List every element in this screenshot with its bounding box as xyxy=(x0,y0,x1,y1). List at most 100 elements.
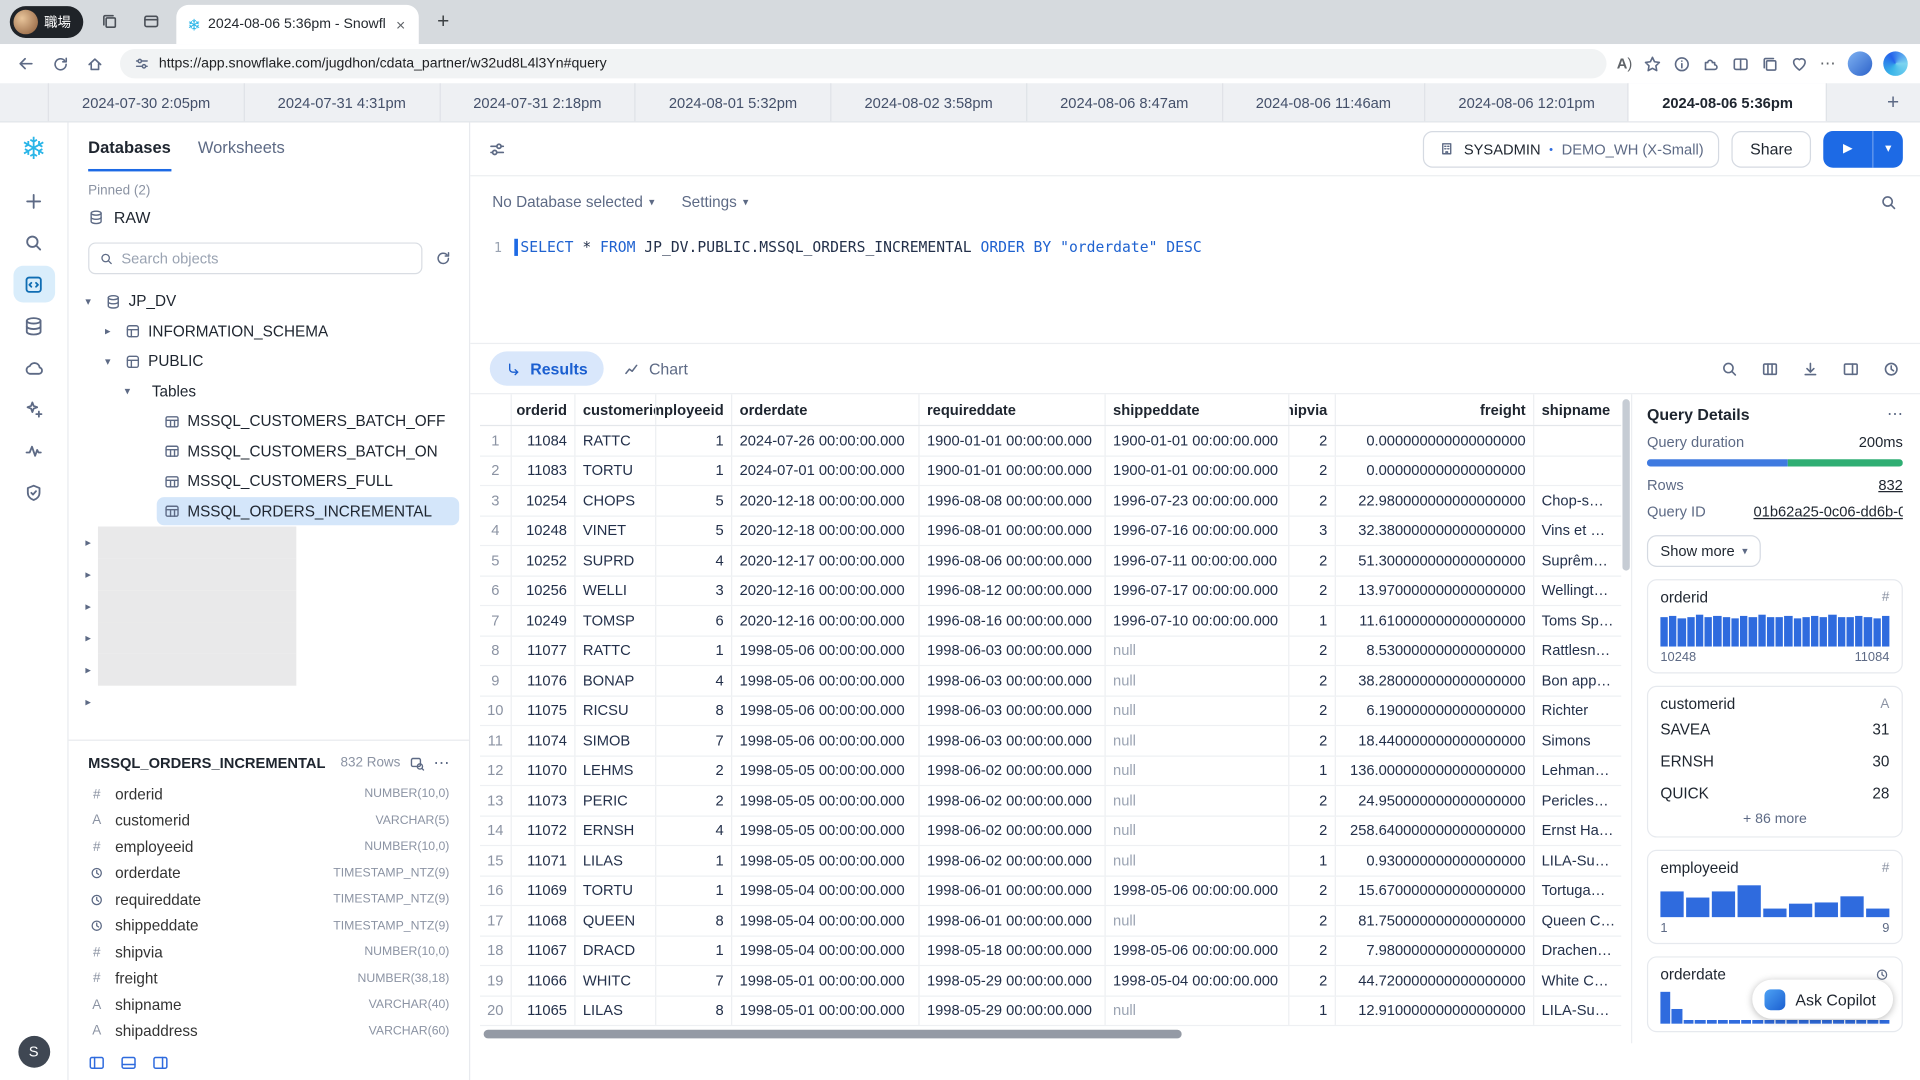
tree-row[interactable]: MSSQL_CUSTOMERS_FULL xyxy=(78,467,459,497)
rows-value[interactable]: 832 xyxy=(1878,476,1903,493)
cell[interactable]: 11.610000000000000000 xyxy=(1336,606,1534,635)
cell[interactable]: 10248 xyxy=(512,516,576,545)
worksheet-tab[interactable]: 2024-07-31 4:31pm xyxy=(245,83,441,121)
new-tab-button[interactable]: + xyxy=(429,10,458,34)
column-header-freight[interactable]: freight xyxy=(1336,394,1534,425)
workspaces-icon[interactable] xyxy=(93,5,125,37)
top-value-row[interactable]: ERNSH30 xyxy=(1660,746,1889,778)
cell[interactable]: 11066 xyxy=(512,966,576,995)
column-row[interactable]: requireddateTIMESTAMP_NTZ(9) xyxy=(88,887,449,913)
column-header-shipname[interactable]: shipname xyxy=(1534,394,1621,425)
cell[interactable]: null xyxy=(1106,636,1290,665)
cell[interactable]: Queen C… xyxy=(1534,906,1621,935)
histogram-bar[interactable] xyxy=(1840,896,1863,917)
columns-icon[interactable] xyxy=(1761,359,1779,377)
cell[interactable]: 1 xyxy=(656,636,732,665)
back-icon[interactable] xyxy=(10,48,42,80)
admin-icon[interactable] xyxy=(13,474,55,511)
cell[interactable]: 4 xyxy=(656,546,732,575)
chevron-right-icon[interactable]: ▸ xyxy=(78,568,98,581)
context-selector[interactable]: SYSADMIN • DEMO_WH (X-Small) xyxy=(1423,130,1719,167)
cell[interactable]: SUPRD xyxy=(576,546,657,575)
cell[interactable]: 2 xyxy=(1289,666,1336,695)
column-header-employeeid[interactable]: employeeid xyxy=(656,394,732,425)
cell[interactable]: 2 xyxy=(1289,816,1336,845)
worksheet-tab[interactable]: 2024-08-06 5:36pm xyxy=(1629,83,1827,121)
cell[interactable]: 24.950000000000000000 xyxy=(1336,786,1534,815)
edge-copilot-icon[interactable] xyxy=(1883,51,1907,75)
cell[interactable]: WHITC xyxy=(576,966,657,995)
cell[interactable]: 2 xyxy=(1289,546,1336,575)
cell[interactable]: 11072 xyxy=(512,816,576,845)
cell[interactable]: 2 xyxy=(1289,636,1336,665)
cell[interactable]: 6 xyxy=(656,606,732,635)
cell[interactable]: Drachen… xyxy=(1534,936,1621,965)
cell[interactable]: 1998-05-04 00:00:00.000 xyxy=(1106,966,1290,995)
cell[interactable]: 1998-06-02 00:00:00.000 xyxy=(920,816,1106,845)
cell[interactable]: 1900-01-01 00:00:00.000 xyxy=(1106,456,1290,485)
tab-actions-icon[interactable] xyxy=(135,5,167,37)
cell[interactable]: LILAS xyxy=(576,846,657,875)
tree-item-information_schema[interactable]: INFORMATION_SCHEMA xyxy=(118,317,460,345)
histogram-bar[interactable] xyxy=(1855,616,1863,647)
query-details-menu-icon[interactable]: ⋯ xyxy=(1887,404,1903,424)
marketplace-icon[interactable] xyxy=(13,349,55,386)
tree-item-mssql_orders_incremental[interactable]: MSSQL_ORDERS_INCREMENTAL xyxy=(157,497,459,525)
tab-close-icon[interactable]: × xyxy=(394,15,408,33)
panel-layout-icon[interactable] xyxy=(1842,359,1860,377)
cell[interactable]: 1998-05-05 00:00:00.000 xyxy=(732,846,919,875)
cell[interactable]: 2020-12-18 00:00:00.000 xyxy=(732,516,919,545)
cell[interactable]: 2 xyxy=(1289,936,1336,965)
worksheet-tab[interactable]: 2024-08-02 3:58pm xyxy=(831,83,1027,121)
cell[interactable]: 0.000000000000000000 xyxy=(1336,426,1534,455)
cell[interactable]: Tortuga… xyxy=(1534,876,1621,905)
histogram-bar[interactable] xyxy=(1660,891,1683,917)
cell[interactable]: 1998-06-02 00:00:00.000 xyxy=(920,786,1106,815)
table-row[interactable]: 310254CHOPS52020-12-18 00:00:00.0001996-… xyxy=(480,486,1621,516)
table-row[interactable]: 1511071LILAS11998-05-05 00:00:00.0001998… xyxy=(480,846,1621,876)
cell[interactable]: 11068 xyxy=(512,906,576,935)
histogram-bar[interactable] xyxy=(1811,616,1819,647)
table-row[interactable]: 510252SUPRD42020-12-17 00:00:00.0001996-… xyxy=(480,546,1621,576)
histogram-bar[interactable] xyxy=(1738,885,1761,917)
cell[interactable]: 22.980000000000000000 xyxy=(1336,486,1534,515)
apps-icon[interactable] xyxy=(13,391,55,428)
cell[interactable]: Suprêm… xyxy=(1534,546,1621,575)
table-row[interactable]: 1911066WHITC71998-05-01 00:00:00.0001998… xyxy=(480,966,1621,996)
cell[interactable]: 1998-06-03 00:00:00.000 xyxy=(920,726,1106,755)
column-header-shipvia[interactable]: shipvia xyxy=(1289,394,1336,425)
cell[interactable]: 1900-01-01 00:00:00.000 xyxy=(1106,426,1290,455)
cell[interactable]: 2 xyxy=(1289,696,1336,725)
cell[interactable]: 1996-07-11 00:00:00.000 xyxy=(1106,546,1290,575)
cell[interactable]: 51.300000000000000000 xyxy=(1336,546,1534,575)
histogram-bar[interactable] xyxy=(1731,618,1739,646)
horizontal-scrollbar[interactable] xyxy=(480,1029,1621,1040)
tab-results[interactable]: Results xyxy=(490,351,604,385)
pinned-item-raw[interactable]: RAW xyxy=(69,201,469,233)
cell[interactable]: 11075 xyxy=(512,696,576,725)
cell[interactable]: VINET xyxy=(576,516,657,545)
chevron-right-icon[interactable]: ▸ xyxy=(78,631,98,644)
cell[interactable]: 1996-08-06 00:00:00.000 xyxy=(920,546,1106,575)
v-scroll-thumb[interactable] xyxy=(1622,399,1629,570)
search-objects-input[interactable] xyxy=(121,250,411,267)
editor-search-icon[interactable] xyxy=(1880,193,1898,211)
extensions-icon[interactable] xyxy=(1702,54,1720,72)
cell[interactable]: PERIC xyxy=(576,786,657,815)
histogram-bar[interactable] xyxy=(1669,616,1677,647)
cell[interactable]: null xyxy=(1106,846,1290,875)
cell[interactable]: 1998-05-04 00:00:00.000 xyxy=(732,936,919,965)
column-row[interactable]: #shipviaNUMBER(10,0) xyxy=(88,939,449,965)
cell[interactable]: 38.280000000000000000 xyxy=(1336,666,1534,695)
cell[interactable]: TORTU xyxy=(576,876,657,905)
histogram-bar[interactable] xyxy=(1687,617,1695,646)
tree-row[interactable]: ▾JP_DV xyxy=(78,287,459,317)
column-header-customerid[interactable]: customerid xyxy=(576,394,657,425)
cell[interactable]: BONAP xyxy=(576,666,657,695)
cell[interactable]: LILA-Su… xyxy=(1534,846,1621,875)
table-row[interactable]: 1611069TORTU11998-05-04 00:00:00.0001998… xyxy=(480,876,1621,906)
new-worksheet-icon[interactable] xyxy=(13,182,55,219)
tree-item-tables[interactable]: Tables xyxy=(137,377,459,405)
cell[interactable]: Pericles… xyxy=(1534,786,1621,815)
cell[interactable]: QUEEN xyxy=(576,906,657,935)
